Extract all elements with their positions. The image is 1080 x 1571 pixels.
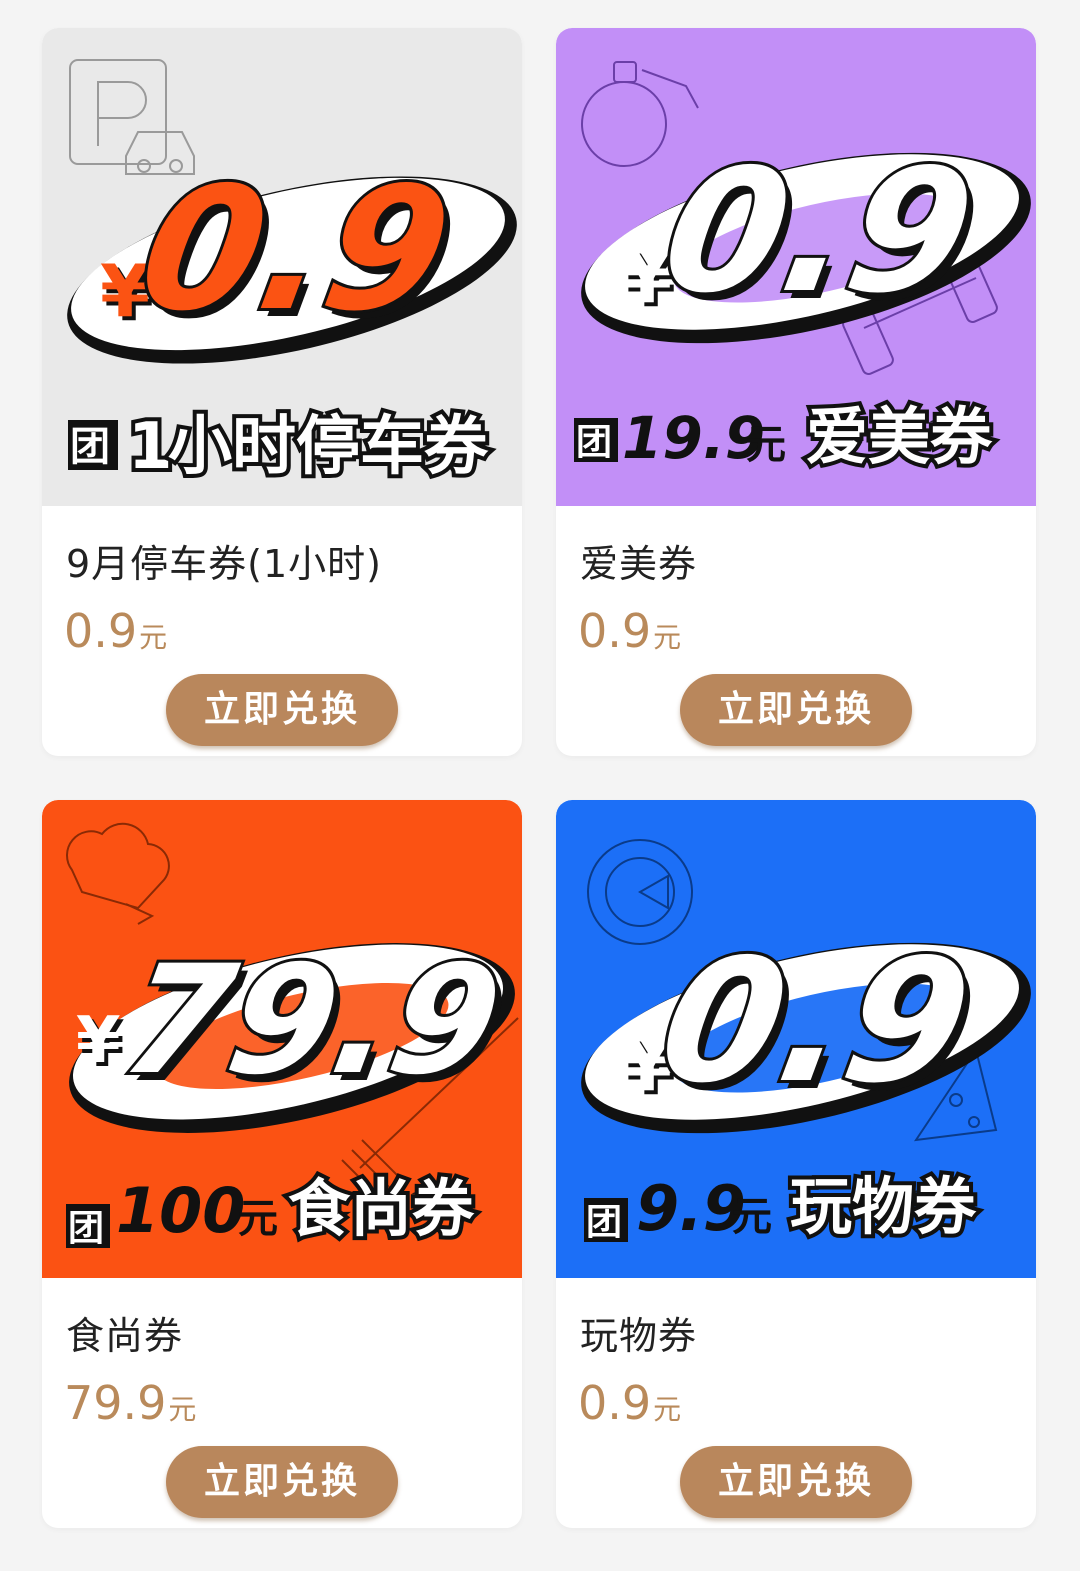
banner-amount: 9.9: [636, 1172, 746, 1245]
banner-currency-fill: ¥: [76, 1004, 121, 1078]
banner-graphic: ¥ ¥ 79.9 79.9 团 100 元 食尚券: [42, 800, 522, 1278]
price-unit: 元: [168, 1393, 197, 1426]
price-value: 0.9: [64, 604, 138, 658]
banner-tuan-label: 团: [68, 1208, 104, 1249]
banner-price: 0.9: [651, 133, 987, 330]
price-value: 0.9: [578, 604, 652, 658]
coupon-price: 0.9元: [578, 604, 681, 658]
coupon-banner[interactable]: ¥ ¥ 0.9 0.9 团 1 小时停车券: [42, 28, 522, 506]
coupon-card-toys[interactable]: ¥ ¥ 0.9 0.9 团 9.9 元 玩物券 玩物券 0.9元 立即兑换: [556, 800, 1036, 1528]
coupon-price: 79.9元: [64, 1376, 196, 1430]
banner-graphic: ¥ ¥ 0.9 0.9 团 9.9 元 玩物券: [556, 800, 1036, 1278]
banner-price: 0.9: [647, 923, 983, 1120]
coupon-card-beauty[interactable]: ¥ ¥ 0.9 0.9 团 19.9 元 爱美券 爱美券 0.9元 立即兑换: [556, 28, 1036, 756]
coupon-price: 0.9元: [578, 1376, 681, 1430]
banner-coupon-name: 爱美券: [806, 400, 993, 473]
coupon-banner[interactable]: ¥ ¥ 79.9 79.9 团 100 元 食尚券: [42, 800, 522, 1278]
coupon-title: 食尚券: [66, 1314, 184, 1358]
banner-tuan-label: 团: [576, 422, 612, 463]
banner-unit: 元: [238, 1196, 278, 1242]
coupon-card-food[interactable]: ¥ ¥ 79.9 79.9 团 100 元 食尚券 食尚券 79.9元 立即兑换: [42, 800, 522, 1528]
price-unit: 元: [653, 621, 682, 654]
redeem-button[interactable]: 立即兑换: [680, 1446, 912, 1518]
coupon-title: 玩物券: [580, 1314, 698, 1358]
banner-tuan-label: 团: [586, 1202, 622, 1243]
coupon-banner[interactable]: ¥ ¥ 0.9 0.9 团 9.9 元 玩物券: [556, 800, 1036, 1278]
banner-coupon-name: 小时停车券: [168, 410, 489, 484]
coupon-grid: ¥ ¥ 0.9 0.9 团 1 小时停车券 9月停车券(1小时) 0.9元 立即…: [0, 0, 1080, 1571]
coupon-price: 0.9元: [64, 604, 167, 658]
banner-amount: 100: [116, 1174, 245, 1247]
redeem-button[interactable]: 立即兑换: [166, 1446, 398, 1518]
banner-price: 79.9: [112, 933, 513, 1108]
banner-price: 0.9: [127, 151, 463, 348]
price-unit: 元: [653, 1393, 682, 1426]
banner-graphic: ¥ ¥ 0.9 0.9 团 19.9 元 爱美券: [556, 28, 1036, 506]
banner-unit: 元: [732, 1194, 772, 1240]
price-unit: 元: [139, 621, 168, 654]
banner-coupon-name: 食尚券: [288, 1172, 475, 1245]
redeem-button[interactable]: 立即兑换: [166, 674, 398, 746]
banner-amount: 1: [128, 410, 173, 484]
banner-graphic: ¥ ¥ 0.9 0.9 团 1 小时停车券: [42, 28, 522, 506]
price-value: 79.9: [64, 1376, 167, 1430]
coupon-card-parking[interactable]: ¥ ¥ 0.9 0.9 团 1 小时停车券 9月停车券(1小时) 0.9元 立即…: [42, 28, 522, 756]
banner-tuan-label: 团: [70, 424, 110, 470]
coupon-title: 爱美券: [580, 542, 698, 586]
coupon-title: 9月停车券(1小时): [66, 542, 383, 586]
banner-coupon-name: 玩物券: [790, 1170, 977, 1243]
banner-amount: 19.9: [622, 404, 765, 472]
banner-unit: 元: [746, 422, 786, 468]
price-value: 0.9: [578, 1376, 652, 1430]
coupon-banner[interactable]: ¥ ¥ 0.9 0.9 团 19.9 元 爱美券: [556, 28, 1036, 506]
redeem-button[interactable]: 立即兑换: [680, 674, 912, 746]
